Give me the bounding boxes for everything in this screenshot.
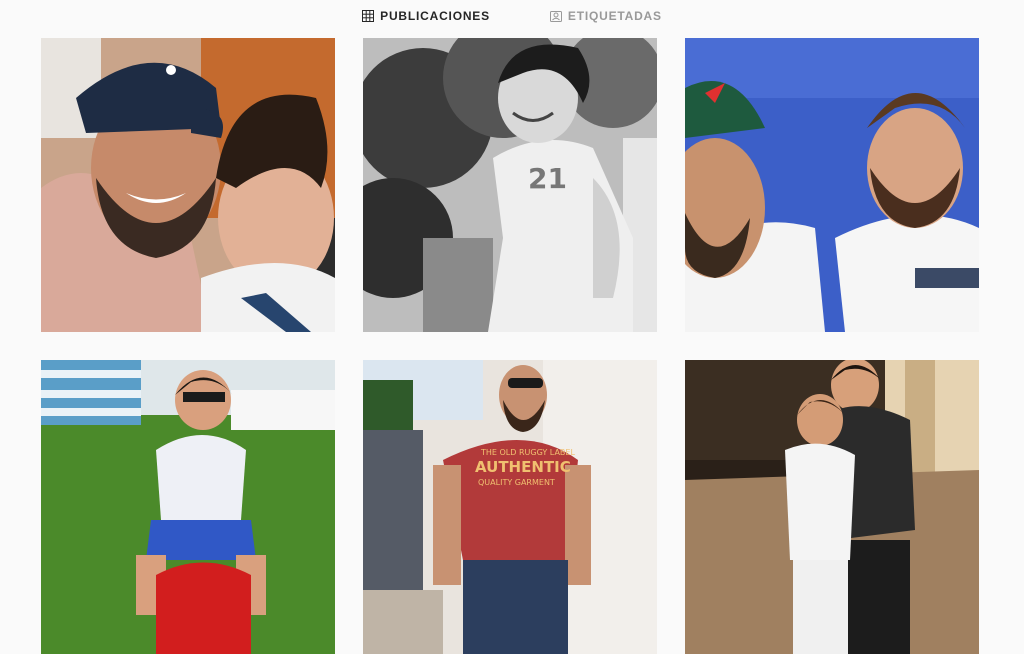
tab-etiquetadas[interactable]: ETIQUETADAS (549, 0, 662, 26)
post-image (41, 360, 335, 654)
post-thumbnail[interactable] (41, 38, 335, 332)
post-image: THE OLD RUGGY LABEL AUTHENTIC QUALITY GA… (363, 360, 657, 654)
post-thumbnail[interactable]: 21 (363, 38, 657, 332)
tab-publicaciones[interactable]: PUBLICACIONES (362, 0, 490, 26)
grid-icon (362, 10, 375, 22)
tab-etiquetadas-label: ETIQUETADAS (567, 9, 662, 23)
post-thumbnail[interactable] (41, 360, 335, 654)
tshirt-text-sub: QUALITY GARMENT (478, 478, 555, 487)
post-image (41, 38, 335, 332)
post-thumbnail[interactable] (685, 360, 979, 654)
post-image (685, 38, 979, 332)
post-thumbnail[interactable]: THE OLD RUGGY LABEL AUTHENTIC QUALITY GA… (363, 360, 657, 654)
tshirt-text-top: THE OLD RUGGY LABEL (480, 448, 575, 457)
post-thumbnail[interactable] (685, 38, 979, 332)
post-image (685, 360, 979, 654)
profile-tabs: PUBLICACIONES ETIQUETADAS (0, 0, 1024, 26)
svg-text:21: 21 (528, 162, 567, 195)
post-image: 21 (363, 38, 657, 332)
tab-publicaciones-label: PUBLICACIONES (380, 9, 490, 23)
tagged-photo-icon (549, 11, 562, 22)
tshirt-text-main: AUTHENTIC (475, 458, 571, 476)
